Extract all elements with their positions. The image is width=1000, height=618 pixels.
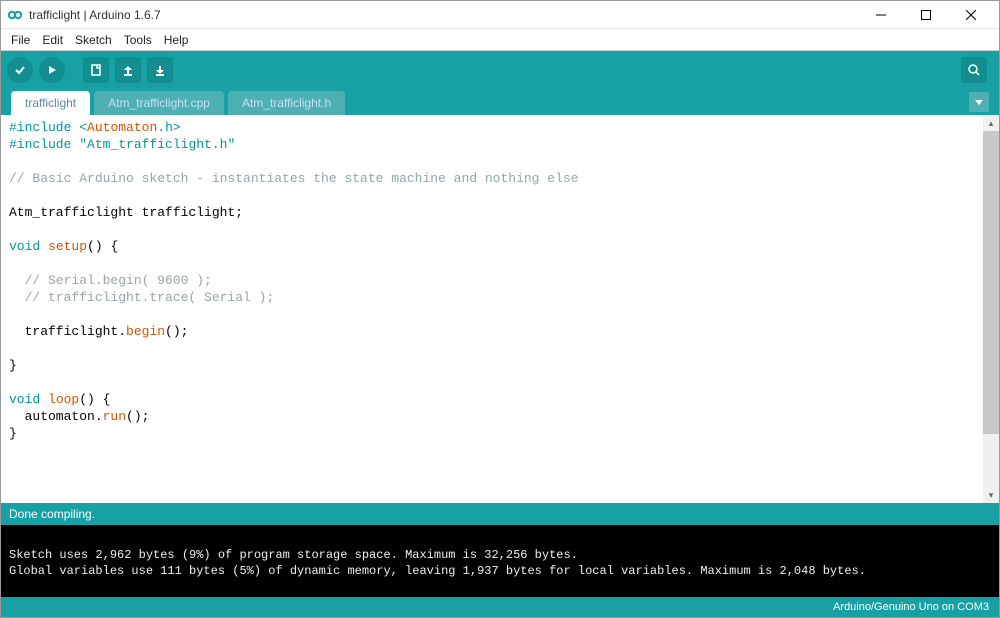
new-button[interactable] [83, 57, 109, 83]
code-token: void [9, 392, 40, 407]
tabbar: trafficlight Atm_trafficlight.cpp Atm_tr… [1, 89, 999, 115]
code-token: #include [9, 120, 71, 135]
arduino-logo-icon [7, 7, 23, 23]
code-token: Automaton [87, 120, 157, 135]
code-token: loop [48, 392, 79, 407]
console[interactable]: Sketch uses 2,962 bytes (9%) of program … [1, 525, 999, 597]
statusbar: Done compiling. [1, 503, 999, 525]
code-token: .h> [157, 120, 180, 135]
code-token: (); [165, 324, 188, 339]
titlebar: trafficlight | Arduino 1.6.7 [1, 1, 999, 29]
code-token: // Basic Arduino sketch - instantiates t… [9, 171, 579, 186]
code-token: } [9, 358, 17, 373]
board-port-label: Arduino/Genuino Uno on COM3 [833, 601, 989, 613]
console-line: Global variables use 111 bytes (5%) of d… [9, 564, 866, 578]
toolbar [1, 51, 999, 89]
scroll-up-icon[interactable]: ▴ [983, 115, 999, 131]
editor-scrollbar[interactable]: ▴ ▾ [983, 115, 999, 503]
code-token: () { [79, 392, 110, 407]
code-token: (); [126, 409, 149, 424]
code-token: begin [126, 324, 165, 339]
menubar: File Edit Sketch Tools Help [1, 29, 999, 51]
scroll-thumb[interactable] [983, 131, 999, 434]
serial-monitor-button[interactable] [961, 57, 987, 83]
bottombar: Arduino/Genuino Uno on COM3 [1, 597, 999, 617]
code-token: run [103, 409, 126, 424]
scroll-track[interactable] [983, 131, 999, 487]
save-button[interactable] [147, 57, 173, 83]
maximize-button[interactable] [903, 1, 948, 29]
code-token: void [9, 239, 40, 254]
menu-sketch[interactable]: Sketch [69, 31, 118, 49]
arduino-ide-window: trafficlight | Arduino 1.6.7 File Edit S… [0, 0, 1000, 618]
menu-file[interactable]: File [5, 31, 36, 49]
code-editor[interactable]: #include <Automaton.h> #include "Atm_tra… [1, 115, 983, 503]
code-token: < [79, 120, 87, 135]
tab-dropdown-button[interactable] [969, 92, 989, 112]
code-token: // Serial.begin( 9600 ); [9, 273, 212, 288]
menu-edit[interactable]: Edit [36, 31, 69, 49]
window-title: trafficlight | Arduino 1.6.7 [29, 8, 858, 22]
editor-area: #include <Automaton.h> #include "Atm_tra… [1, 115, 999, 503]
console-line: Sketch uses 2,962 bytes (9%) of program … [9, 548, 578, 562]
minimize-button[interactable] [858, 1, 903, 29]
upload-button[interactable] [39, 57, 65, 83]
menu-tools[interactable]: Tools [118, 31, 158, 49]
code-token: automaton. [9, 409, 103, 424]
code-token: #include [9, 137, 71, 152]
code-token: setup [48, 239, 87, 254]
verify-button[interactable] [7, 57, 33, 83]
status-message: Done compiling. [9, 507, 95, 521]
open-button[interactable] [115, 57, 141, 83]
tab-atm-trafficlight-cpp[interactable]: Atm_trafficlight.cpp [94, 91, 224, 115]
close-button[interactable] [948, 1, 993, 29]
menu-help[interactable]: Help [158, 31, 195, 49]
code-token: // trafficlight.trace( Serial ); [9, 290, 274, 305]
code-token: () { [87, 239, 118, 254]
tab-trafficlight[interactable]: trafficlight [11, 91, 90, 115]
code-token: "Atm_trafficlight.h" [79, 137, 235, 152]
code-token: } [9, 426, 17, 441]
code-token: trafficlight. [9, 324, 126, 339]
tab-atm-trafficlight-h[interactable]: Atm_trafficlight.h [228, 91, 345, 115]
code-token: Atm_trafficlight trafficlight; [9, 205, 243, 220]
scroll-down-icon[interactable]: ▾ [983, 487, 999, 503]
